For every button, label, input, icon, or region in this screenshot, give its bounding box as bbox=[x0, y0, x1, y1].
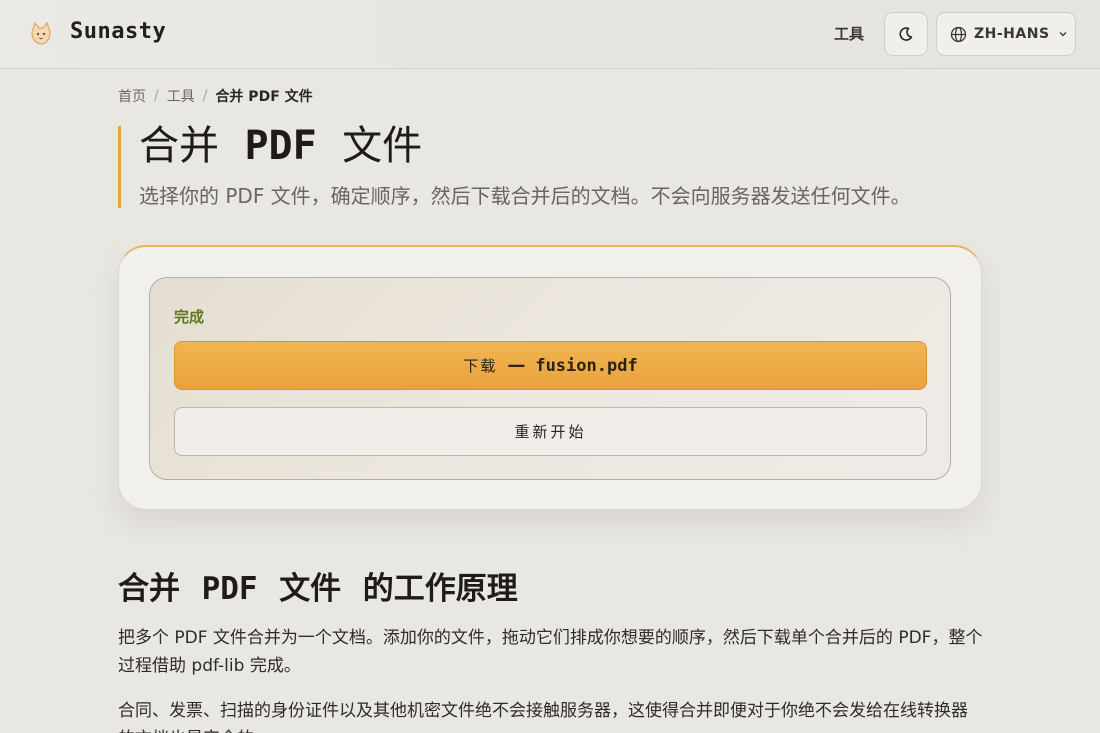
nav-tools-link[interactable]: 工具 bbox=[834, 23, 864, 44]
how-title-post: 的工作原理 bbox=[362, 571, 518, 607]
page-title: 合并 PDF 文件 bbox=[139, 126, 988, 166]
page-title-pre: 合并 bbox=[139, 123, 219, 169]
language-label: ZH-HANS bbox=[974, 26, 1050, 42]
status-label: 完成 bbox=[174, 308, 205, 326]
download-button[interactable]: 下载 — fusion.pdf bbox=[174, 341, 927, 390]
breadcrumb-current: 合并 PDF 文件 bbox=[215, 89, 313, 105]
how-paragraph-1: 把多个 PDF 文件合并为一个文档。添加你的文件，拖动它们排成你想要的顺序，然后… bbox=[118, 628, 983, 676]
result-panel: 完成 下载 — fusion.pdf 重新开始 bbox=[149, 277, 951, 480]
breadcrumb-separator: / bbox=[154, 88, 159, 104]
page-title-pdf: PDF bbox=[244, 123, 317, 169]
brand-name[interactable]: Sunasty bbox=[70, 19, 166, 44]
breadcrumb: 首页 / 工具 / 合并 PDF 文件 bbox=[118, 86, 313, 106]
breadcrumb-home[interactable]: 首页 bbox=[118, 86, 146, 106]
how-paragraph-2: 合同、发票、扫描的身份证件以及其他机密文件绝不会接触服务器，这使得合并即便对于你… bbox=[118, 701, 968, 733]
language-select[interactable]: ZH-HANS bbox=[936, 12, 1076, 56]
moon-icon bbox=[899, 27, 913, 41]
page-title-post: 文件 bbox=[342, 123, 423, 169]
how-title-mid: 文件 bbox=[279, 571, 342, 607]
how-title-pdf: PDF bbox=[201, 571, 258, 607]
download-label: 下载 bbox=[463, 357, 498, 375]
breadcrumb-tools[interactable]: 工具 bbox=[167, 86, 195, 106]
download-filename: fusion.pdf bbox=[535, 355, 638, 376]
theme-toggle-button[interactable] bbox=[884, 12, 928, 56]
how-it-works-title: 合并 PDF 文件 的工作原理 bbox=[118, 563, 518, 608]
restart-button[interactable]: 重新开始 bbox=[174, 407, 927, 456]
download-dash: — bbox=[507, 355, 526, 376]
top-bar: Sunasty 工具 ZH-HANS bbox=[0, 0, 1100, 69]
globe-icon bbox=[950, 26, 967, 42]
tool-card: 完成 下载 — fusion.pdf 重新开始 bbox=[118, 245, 982, 510]
cat-logo-icon[interactable] bbox=[26, 19, 56, 49]
page-subtitle: 选择你的 PDF 文件，确定顺序，然后下载合并后的文档。不会向服务器发送任何文件… bbox=[139, 184, 911, 208]
restart-label: 重新开始 bbox=[514, 423, 587, 441]
how-title-pre: 合并 bbox=[118, 571, 180, 607]
chevron-down-icon bbox=[1059, 32, 1066, 37]
breadcrumb-separator: / bbox=[202, 88, 208, 104]
page-hero: 合并 PDF 文件 选择你的 PDF 文件，确定顺序，然后下载合并后的文档。不会… bbox=[118, 126, 988, 208]
